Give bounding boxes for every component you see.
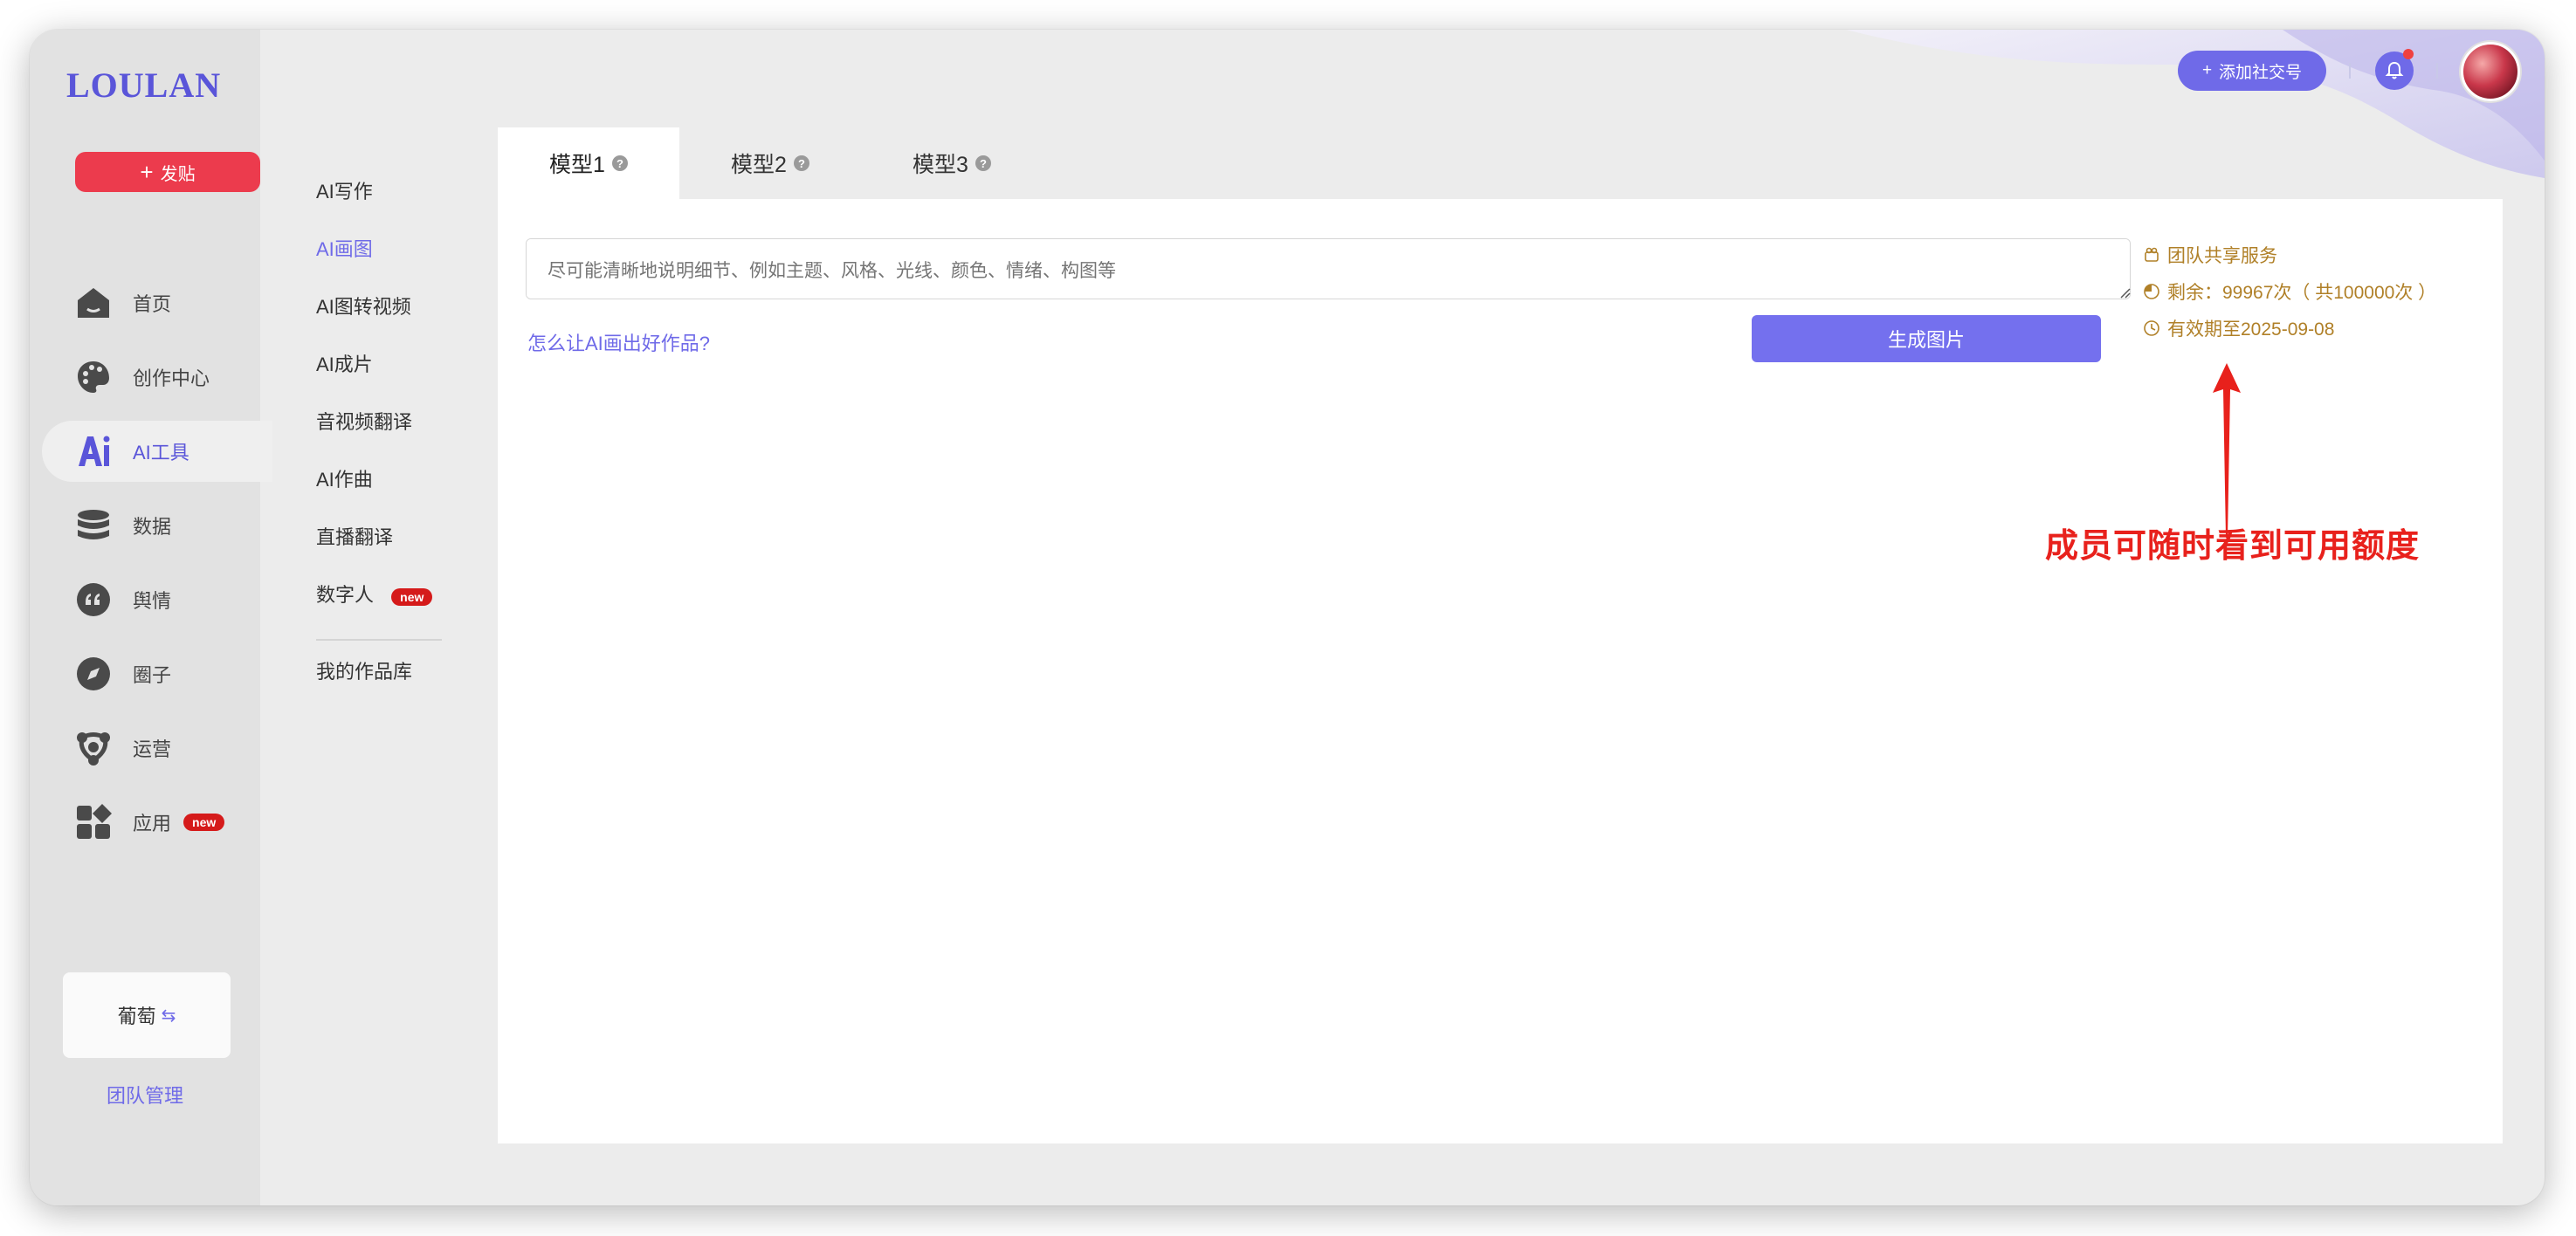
submenu-item-av-translate[interactable]: 音视频翻译 — [316, 409, 473, 466]
expiry-label: 有效期至2025-09-08 — [2167, 319, 2335, 340]
apps-icon — [75, 804, 112, 841]
nav-label: 数据 — [133, 516, 172, 538]
nav-label: AI工具 — [133, 442, 189, 464]
post-button[interactable]: + 发贴 — [75, 152, 260, 192]
resize-handle-icon[interactable] — [2118, 286, 2131, 299]
nav-label: 圈子 — [133, 664, 172, 686]
network-icon — [75, 730, 112, 766]
bell-icon — [2385, 61, 2404, 79]
home-icon — [75, 285, 112, 321]
submenu-item-ai-compose[interactable]: AI作曲 — [316, 466, 473, 524]
topbar-divider — [2349, 63, 2351, 79]
add-social-label: 添加社交号 — [2219, 63, 2303, 82]
help-icon[interactable]: ? — [793, 155, 809, 171]
nav-item-home[interactable]: 首页 — [42, 272, 272, 333]
tab-label: 模型3 — [913, 153, 968, 177]
swap-icon: ⇆ — [161, 1006, 176, 1026]
submenu-divider — [316, 639, 442, 641]
nav-label: 应用 — [133, 813, 172, 834]
topbar-divider — [2436, 63, 2438, 79]
nav-item-data[interactable]: 数据 — [42, 495, 272, 556]
service-row: 团队共享服务 — [2143, 237, 2436, 273]
nav-label: 首页 — [133, 293, 172, 315]
compass-icon — [75, 656, 112, 692]
notification-dot — [2403, 49, 2414, 59]
submenu-item-digital-human[interactable]: 数字人 new — [316, 581, 473, 639]
nav-item-ai-tools[interactable]: AI工具 — [42, 421, 272, 482]
remaining-label: 剩余：99967次（ 共100000次 ） — [2167, 283, 2437, 303]
clock-icon — [2143, 319, 2160, 337]
nav-label: 舆情 — [133, 590, 172, 612]
quota-info: 团队共享服务 剩余：99967次（ 共100000次 ） 有效期至2025-09… — [2143, 237, 2436, 347]
annotation-text: 成员可随时看到可用额度 — [2045, 528, 2421, 565]
main-nav: 首页 创作中心 AI工具 数据 舆情 圈子 运营 应用 new — [42, 272, 272, 866]
prompt-input[interactable] — [526, 238, 2131, 299]
add-social-account-button[interactable]: + 添加社交号 — [2178, 51, 2326, 91]
submenu-item-ai-writing[interactable]: AI写作 — [316, 178, 473, 236]
generate-image-button[interactable]: 生成图片 — [1752, 315, 2101, 362]
new-badge: new — [391, 588, 433, 606]
help-icon[interactable]: ? — [975, 155, 991, 171]
nav-label: 创作中心 — [133, 367, 210, 389]
model-tabs: 模型1 ? 模型2 ? 模型3 ? — [498, 127, 1043, 199]
post-button-label: 发贴 — [160, 164, 196, 184]
ai-icon — [75, 433, 112, 470]
plus-icon: + — [140, 159, 154, 185]
team-name: 葡萄 — [117, 1006, 156, 1027]
tab-label: 模型2 — [731, 153, 787, 177]
main-sidebar: LOULAN + 发贴 首页 创作中心 AI工具 数据 舆情 圈子 运营 应用 … — [30, 30, 272, 1205]
submenu-item-ai-drawing[interactable]: AI画图 — [316, 236, 473, 293]
palette-icon — [75, 359, 112, 395]
nav-item-creation[interactable]: 创作中心 — [42, 347, 272, 408]
tab-model-3[interactable]: 模型3 ? — [861, 127, 1043, 199]
remaining-row: 剩余：99967次（ 共100000次 ） — [2143, 273, 2436, 310]
app-window: LOULAN + 发贴 首页 创作中心 AI工具 数据 舆情 圈子 运营 应用 … — [30, 30, 2545, 1205]
new-badge: new — [183, 814, 225, 831]
quote-icon — [75, 581, 112, 618]
tab-model-2[interactable]: 模型2 ? — [679, 127, 861, 199]
submenu-item-image-to-video[interactable]: AI图转视频 — [316, 293, 473, 351]
database-icon — [75, 507, 112, 544]
submenu-item-ai-film[interactable]: AI成片 — [316, 351, 473, 409]
tab-label: 模型1 — [549, 153, 605, 177]
pie-icon — [2143, 283, 2160, 300]
user-avatar[interactable] — [2461, 42, 2520, 101]
submenu-label: 数字人 — [316, 584, 375, 606]
help-icon[interactable]: ? — [611, 155, 628, 171]
team-icon — [2143, 246, 2160, 264]
nav-item-circle[interactable]: 圈子 — [42, 643, 272, 704]
ai-tools-submenu: AI写作 AI画图 AI图转视频 AI成片 音视频翻译 AI作曲 直播翻译 数字… — [316, 178, 473, 716]
team-manage-link[interactable]: 团队管理 — [30, 1081, 260, 1109]
plus-icon: + — [2201, 61, 2213, 79]
submenu-item-live-translate[interactable]: 直播翻译 — [316, 524, 473, 581]
annotation-arrow — [2213, 363, 2241, 538]
logo[interactable]: LOULAN — [66, 65, 221, 106]
nav-label: 运营 — [133, 738, 172, 760]
submenu-item-library[interactable]: 我的作品库 — [316, 658, 473, 716]
tab-model-1[interactable]: 模型1 ? — [498, 127, 679, 199]
nav-item-apps[interactable]: 应用 new — [42, 792, 272, 853]
nav-item-sentiment[interactable]: 舆情 — [42, 569, 272, 630]
team-switcher[interactable]: 葡萄 ⇆ — [63, 972, 231, 1058]
help-link[interactable]: 怎么让AI画出好作品? — [527, 328, 710, 356]
service-label: 团队共享服务 — [2167, 246, 2277, 266]
expiry-row: 有效期至2025-09-08 — [2143, 310, 2436, 347]
nav-item-operation[interactable]: 运营 — [42, 718, 272, 779]
